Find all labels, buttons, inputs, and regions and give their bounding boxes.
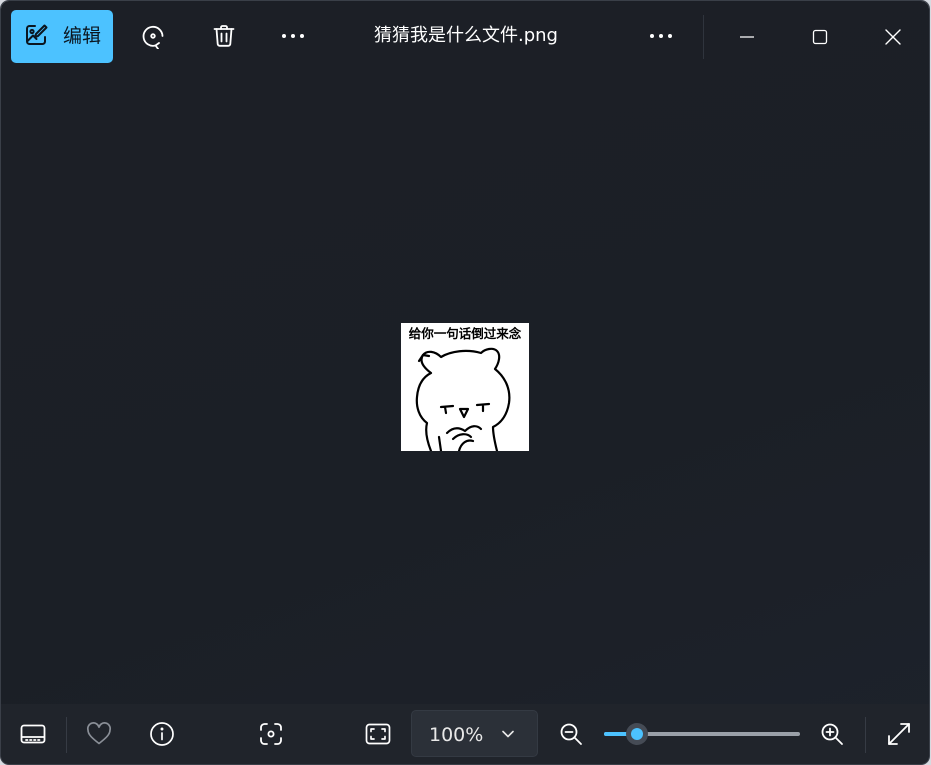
- zoom-out-icon: [560, 723, 582, 745]
- maximize-icon: [812, 29, 828, 45]
- chevron-down-icon: [502, 730, 514, 738]
- zoom-out-button[interactable]: [549, 712, 593, 756]
- more-horizontal-icon: [650, 34, 672, 38]
- edit-button[interactable]: 编辑: [11, 10, 113, 63]
- more-options-button[interactable]: [270, 13, 316, 59]
- toolbar-divider: [703, 15, 704, 59]
- displayed-image: 给你一句话倒过来念: [401, 323, 529, 451]
- info-button[interactable]: [140, 712, 184, 756]
- photos-app-window: 编辑 猜猜我是什么文件.png 给你一句话倒过来念 100%: [1, 1, 929, 764]
- bottom-divider: [66, 717, 67, 753]
- trash-icon: [213, 25, 235, 47]
- fit-to-window-icon: [365, 723, 391, 745]
- zoom-in-icon: [821, 723, 843, 745]
- cartoon-bear-drawing: [415, 347, 511, 451]
- close-button[interactable]: [861, 9, 925, 65]
- delete-button[interactable]: [201, 13, 247, 59]
- filmstrip-icon: [20, 724, 46, 744]
- title-more-button[interactable]: [638, 13, 684, 59]
- fit-to-window-button[interactable]: [356, 712, 400, 756]
- zoom-level-value: 100%: [429, 724, 484, 746]
- zoom-in-button[interactable]: [810, 712, 854, 756]
- minimize-button[interactable]: [715, 9, 779, 65]
- info-icon: [150, 722, 174, 746]
- filmstrip-button[interactable]: [11, 712, 55, 756]
- favorite-button[interactable]: [77, 712, 121, 756]
- bottom-bar: 100%: [1, 704, 929, 764]
- fullscreen-button[interactable]: [877, 712, 921, 756]
- zoom-slider-thumb[interactable]: [626, 723, 648, 745]
- rotate-button[interactable]: [130, 13, 176, 59]
- zoom-slider[interactable]: [604, 723, 800, 745]
- window-title: 猜猜我是什么文件.png: [374, 25, 558, 46]
- visual-search-icon: [260, 723, 282, 745]
- edit-button-label: 编辑: [63, 25, 102, 47]
- title-bar: 编辑 猜猜我是什么文件.png: [1, 1, 929, 73]
- rotate-icon: [142, 25, 164, 49]
- visual-search-button[interactable]: [249, 712, 293, 756]
- close-icon: [885, 29, 901, 45]
- zoom-level-dropdown[interactable]: 100%: [411, 710, 538, 757]
- edit-image-icon: [26, 24, 48, 45]
- more-horizontal-icon: [282, 34, 304, 38]
- heart-icon: [87, 722, 111, 745]
- fullscreen-icon: [888, 723, 910, 745]
- bottom-divider: [865, 717, 866, 753]
- minimize-icon: [740, 36, 754, 38]
- maximize-button[interactable]: [788, 9, 852, 65]
